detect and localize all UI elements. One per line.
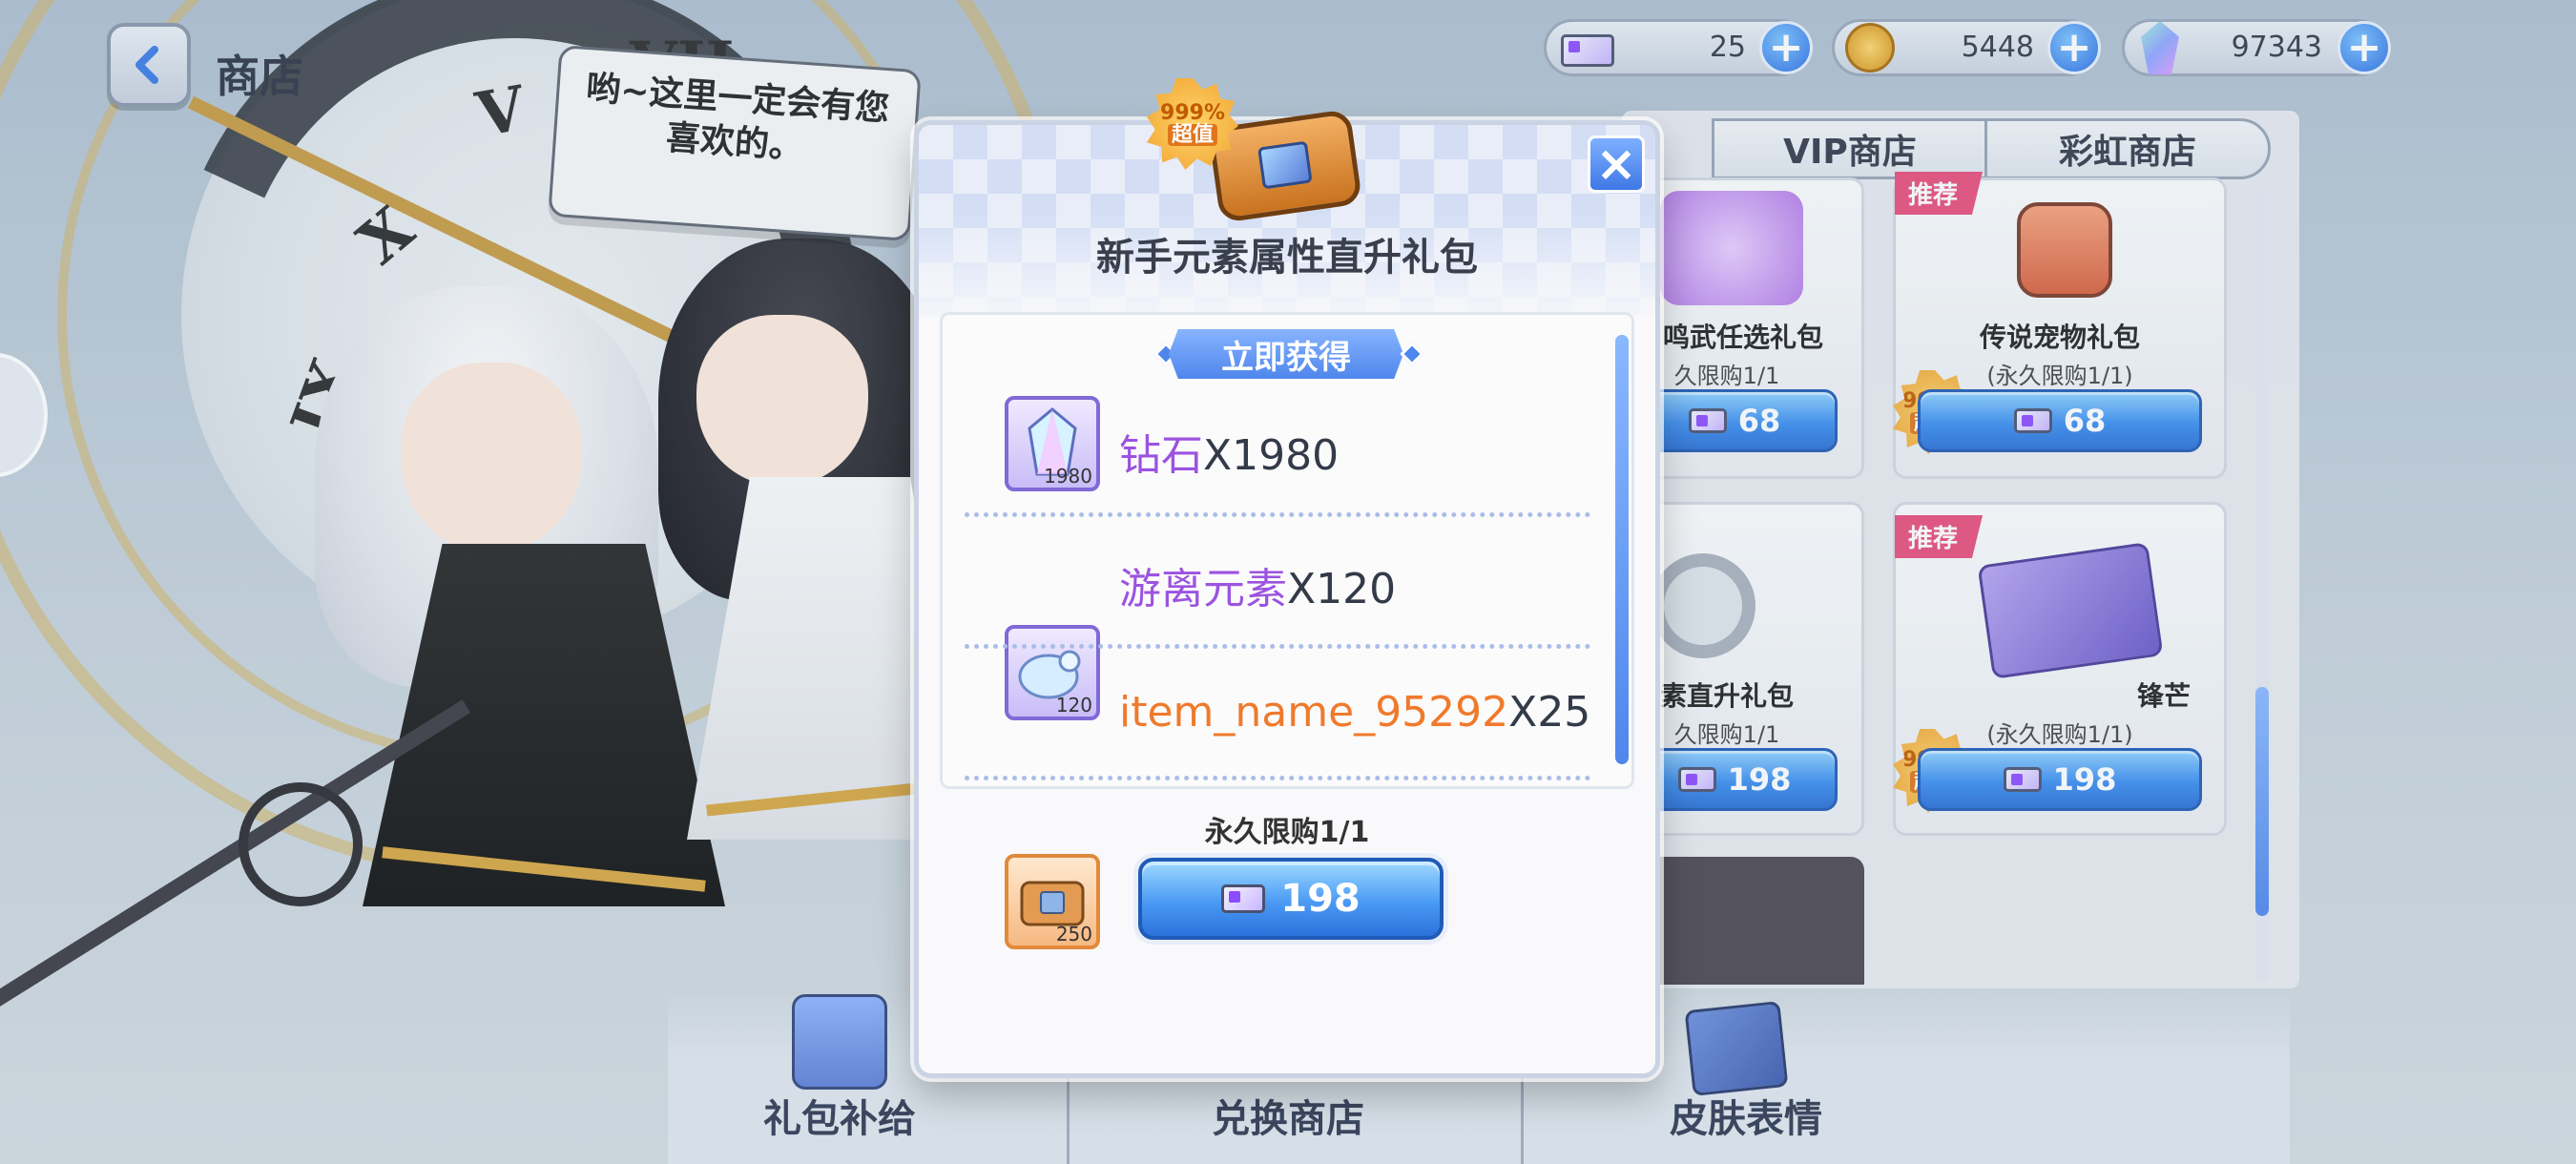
item-qty: X120 <box>1287 565 1397 613</box>
instant-get-banner: 立即获得 <box>1169 329 1403 379</box>
ticket-icon <box>1221 884 1266 913</box>
close-icon[interactable]: × <box>1588 135 1645 193</box>
item-separator <box>965 776 1590 780</box>
modal-buy-button[interactable]: 198 <box>1138 858 1444 940</box>
item-count: 120 <box>1055 694 1092 717</box>
gift-pack-modal: 新手元素属性直升礼包 立即获得 1980 钻石X1980 120 游离元素X12… <box>914 120 1660 1078</box>
reward-item-line: 钻石X1980 <box>1119 421 1339 482</box>
item-count: 1980 <box>1044 465 1092 488</box>
purchase-limit: 永久限购1/1 <box>1204 816 1370 849</box>
item-count: 250 <box>1055 923 1092 946</box>
element-blob-icon[interactable]: 120 <box>1005 625 1100 720</box>
item-name: item_name_95292 <box>1119 688 1509 737</box>
item-separator <box>965 644 1590 649</box>
item-qty: X25 <box>1508 688 1591 737</box>
badge-percent: 999% <box>1160 100 1225 125</box>
item-name: 游离元素 <box>1119 565 1287 613</box>
reward-item-line: item_name_95292X25 <box>1119 688 1590 737</box>
item-separator <box>965 512 1590 517</box>
item-name: 钻石 <box>1119 431 1203 480</box>
diamond-crystal-icon[interactable]: 1980 <box>1005 396 1100 491</box>
modal-title: 新手元素属性直升礼包 <box>1096 236 1478 280</box>
reward-scrollbar-thumb[interactable] <box>1615 335 1629 764</box>
modal-price: 198 <box>1280 877 1361 921</box>
chest-icon[interactable]: 250 <box>1005 854 1100 949</box>
reward-item-line: 游离元素X120 <box>1119 554 1396 615</box>
badge-text: 超值 <box>1167 124 1217 146</box>
item-qty: X1980 <box>1203 431 1340 480</box>
